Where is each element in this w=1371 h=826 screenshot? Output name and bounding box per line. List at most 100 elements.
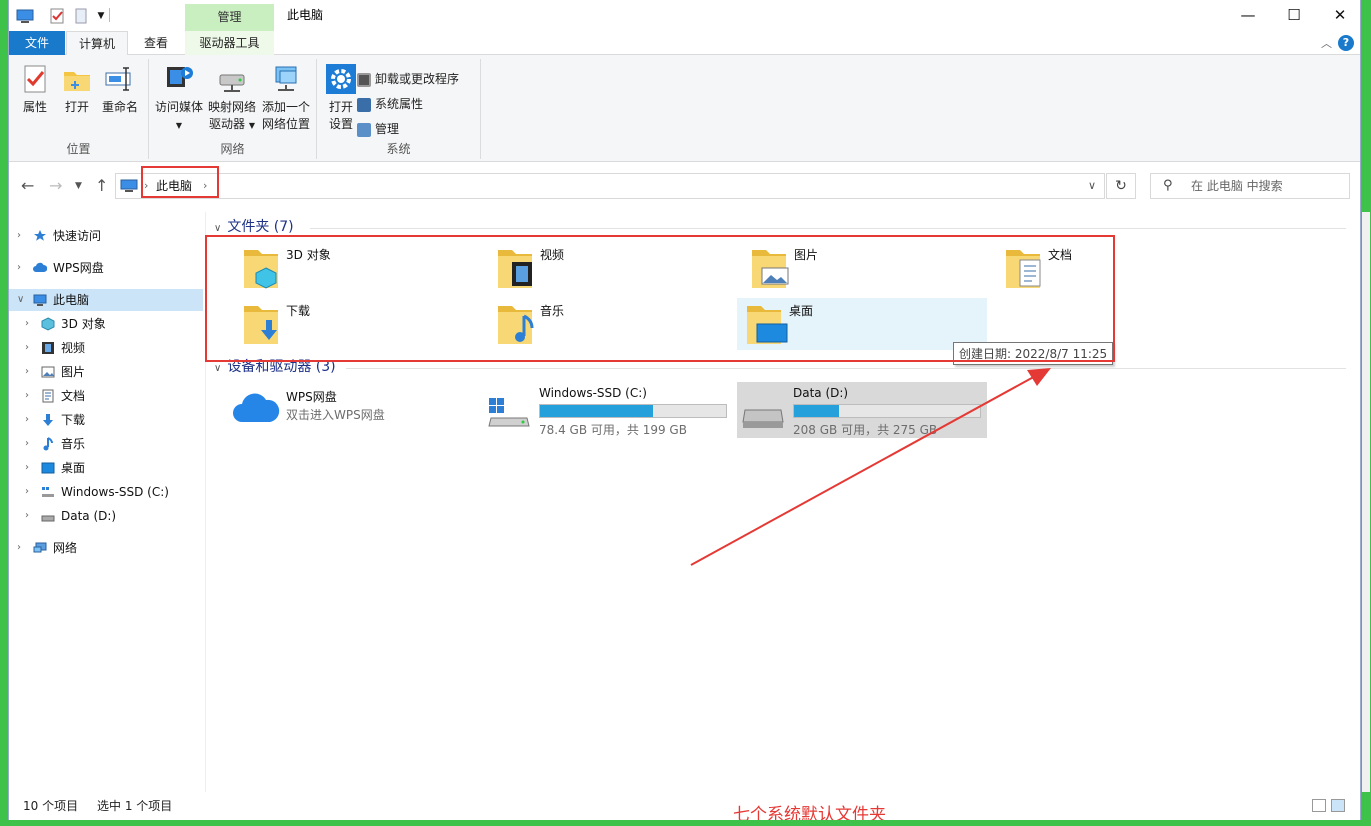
nav-label: 网络 (53, 541, 78, 555)
search-input[interactable]: ⚲ 在 此电脑 中搜索 (1150, 173, 1350, 199)
nav-wps-drive[interactable]: › WPS网盘 (9, 257, 203, 279)
tab-drive-tools[interactable]: 驱动器工具 (185, 31, 274, 55)
search-placeholder: 在 此电脑 中搜索 (1191, 179, 1283, 193)
film-icon (42, 342, 54, 354)
nav-drive-c[interactable]: › Windows-SSD (C:) (9, 481, 203, 503)
window-title: 此电脑 (287, 8, 324, 22)
search-icon: ⚲ (1163, 178, 1173, 193)
settings-gear-icon (326, 64, 356, 94)
expand-chevron-icon[interactable]: › (25, 457, 29, 479)
manage-button[interactable]: 管理 (357, 119, 399, 139)
maximize-button[interactable]: ☐ (1271, 0, 1317, 31)
music-note-icon (43, 437, 53, 451)
access-media-button[interactable]: 访问媒体 ▼ (153, 63, 205, 134)
expand-chevron-icon[interactable]: › (25, 433, 29, 455)
map-drive-button[interactable]: 映射网络 驱动器 ▼ (205, 63, 259, 134)
address-highlight-box (141, 166, 219, 198)
nav-this-pc[interactable]: ∨ 此电脑 (9, 289, 203, 311)
status-bar: 10 个项目 选中 1 个项目 (9, 794, 1360, 818)
uninstall-button[interactable]: 卸载或更改程序 (357, 69, 459, 89)
selected-count: 选中 1 个项目 (97, 799, 173, 813)
tab-file[interactable]: 文件 (9, 31, 65, 55)
nav-drive-d[interactable]: › Data (D:) (9, 505, 203, 527)
nav-label: 快速访问 (53, 229, 102, 243)
vertical-scrollbar[interactable] (1362, 212, 1370, 792)
computer-icon[interactable] (15, 6, 35, 26)
collapse-chevron-icon: ∨ (214, 363, 222, 374)
group-location-label: 位置 (66, 142, 91, 156)
expand-chevron-icon[interactable]: › (25, 337, 29, 359)
new-folder-quick-icon[interactable] (71, 6, 91, 26)
open-button[interactable]: 打开 (59, 63, 95, 116)
open-settings-button[interactable]: 打开 设置 (321, 63, 361, 133)
expand-chevron-icon[interactable]: › (25, 409, 29, 431)
tab-view[interactable]: 查看 (129, 31, 183, 55)
map-drive-label-2: 驱动器 (209, 117, 246, 131)
expand-chevron-icon[interactable]: › (25, 481, 29, 503)
expand-chevron-icon[interactable]: › (25, 505, 29, 527)
forward-arrow-icon[interactable]: → (49, 176, 62, 195)
properties-button[interactable]: 属性 (17, 63, 53, 116)
nav-music[interactable]: › 音乐 (9, 433, 203, 455)
folders-section-header[interactable]: ∨ 文件夹 (7) (214, 217, 294, 237)
access-media-label: 访问媒体 (154, 100, 203, 114)
nav-pictures[interactable]: › 图片 (9, 361, 203, 383)
address-bar[interactable]: › 此电脑 › ∨ (115, 173, 1105, 199)
details-view-icon[interactable] (1312, 799, 1326, 812)
help-icon[interactable]: ? (1338, 35, 1354, 51)
open-settings-label-2: 设置 (328, 117, 353, 131)
expand-chevron-icon[interactable]: › (25, 361, 29, 383)
properties-quick-icon[interactable] (47, 6, 67, 26)
section-divider (310, 228, 1346, 229)
system-properties-icon (357, 97, 371, 112)
properties-icon (24, 65, 46, 93)
cloud-icon (33, 262, 47, 272)
group-location: 属性 打开 重命名 位置 (9, 59, 149, 159)
ribbon-collapse-icon[interactable]: ︿ (1321, 35, 1332, 51)
group-network-label: 网络 (220, 142, 245, 156)
nav-videos[interactable]: › 视频 (9, 337, 203, 359)
nav-label: WPS网盘 (53, 261, 104, 275)
recent-dropdown-icon[interactable]: ▼ (75, 181, 82, 191)
quick-access-dropdown-icon[interactable]: ▼ (91, 6, 111, 26)
drive-c-name: Windows-SSD (C:) (539, 386, 647, 400)
expand-chevron-icon[interactable]: › (17, 537, 21, 559)
title-separator (109, 8, 110, 22)
add-network-location-button[interactable]: 添加一个 网络位置 (259, 63, 313, 133)
up-arrow-icon[interactable]: ↑ (95, 176, 108, 195)
close-button[interactable]: ✕ (1317, 0, 1363, 31)
ribbon-tabs: 文件 计算机 查看 驱动器工具 ︿ ? (9, 31, 1360, 56)
refresh-button[interactable]: ↻ (1106, 173, 1136, 199)
tab-computer[interactable]: 计算机 (66, 31, 128, 56)
group-system-label: 系统 (386, 142, 411, 156)
nav-desktop[interactable]: › 桌面 (9, 457, 203, 479)
rename-button[interactable]: 重命名 (99, 63, 141, 116)
add-location-label-2: 网络位置 (261, 117, 310, 131)
nav-documents[interactable]: › 文档 (9, 385, 203, 407)
nav-3d-objects[interactable]: › 3D 对象 (9, 313, 203, 335)
expand-chevron-icon[interactable]: › (17, 257, 21, 279)
desktop-icon (41, 462, 55, 474)
minimize-button[interactable]: — (1225, 0, 1271, 31)
computer-icon (33, 294, 47, 306)
system-properties-button[interactable]: 系统属性 (357, 94, 423, 114)
document-icon (42, 389, 54, 403)
large-icons-view-icon[interactable] (1331, 799, 1345, 812)
wps-drive-name: WPS网盘 (286, 390, 337, 404)
manage-context-tab[interactable]: 管理 (185, 4, 274, 31)
nav-quick-access[interactable]: › 快速访问 (9, 225, 203, 247)
group-network: 访问媒体 ▼ 映射网络 驱动器 ▼ 添加一个 网络位置 网络 (149, 59, 317, 159)
expand-chevron-icon[interactable]: › (25, 313, 29, 335)
expand-chevron-icon[interactable]: › (17, 225, 21, 247)
address-dropdown-icon[interactable]: ∨ (1088, 174, 1096, 198)
windows-drive-icon (42, 487, 54, 497)
collapse-chevron-icon[interactable]: ∨ (17, 289, 24, 311)
expand-chevron-icon[interactable]: › (25, 385, 29, 407)
add-network-location-icon (275, 66, 297, 91)
wps-drive-tile[interactable]: WPS网盘 双击进入WPS网盘 (228, 384, 478, 440)
properties-label: 属性 (22, 100, 47, 114)
nav-downloads[interactable]: › 下载 (9, 409, 203, 431)
back-arrow-icon[interactable]: ← (21, 176, 34, 195)
nav-network[interactable]: › 网络 (9, 537, 203, 559)
nav-label: Data (D:) (61, 509, 117, 523)
